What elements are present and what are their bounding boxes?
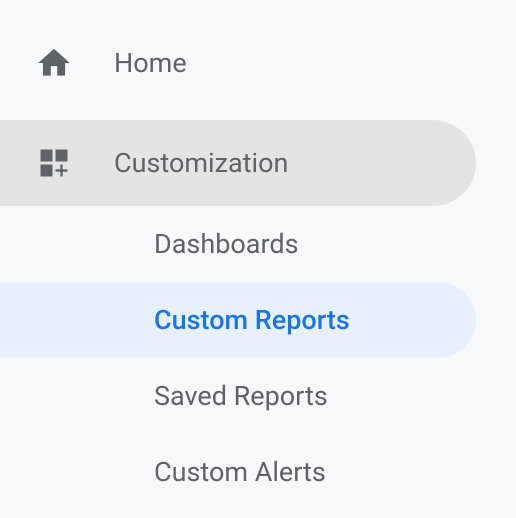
- customization-icon: [32, 141, 76, 185]
- nav-item-customization[interactable]: Customization: [0, 120, 476, 206]
- nav-item-label: Dashboards: [154, 228, 299, 260]
- home-icon: [32, 41, 76, 85]
- nav-item-label: Customization: [114, 147, 288, 179]
- nav-item-label: Custom Alerts: [154, 456, 326, 488]
- nav-item-label: Custom Reports: [154, 304, 350, 336]
- sidebar: Home Customization Dashboards Custom Rep…: [0, 0, 516, 510]
- nav-item-home[interactable]: Home: [0, 20, 476, 106]
- nav-item-dashboards[interactable]: Dashboards: [0, 206, 476, 282]
- nav-item-saved-reports[interactable]: Saved Reports: [0, 358, 476, 434]
- nav-item-custom-alerts[interactable]: Custom Alerts: [0, 434, 476, 510]
- nav-item-custom-reports[interactable]: Custom Reports: [0, 282, 476, 358]
- nav-item-label: Home: [114, 47, 187, 79]
- nav-item-label: Saved Reports: [154, 380, 328, 412]
